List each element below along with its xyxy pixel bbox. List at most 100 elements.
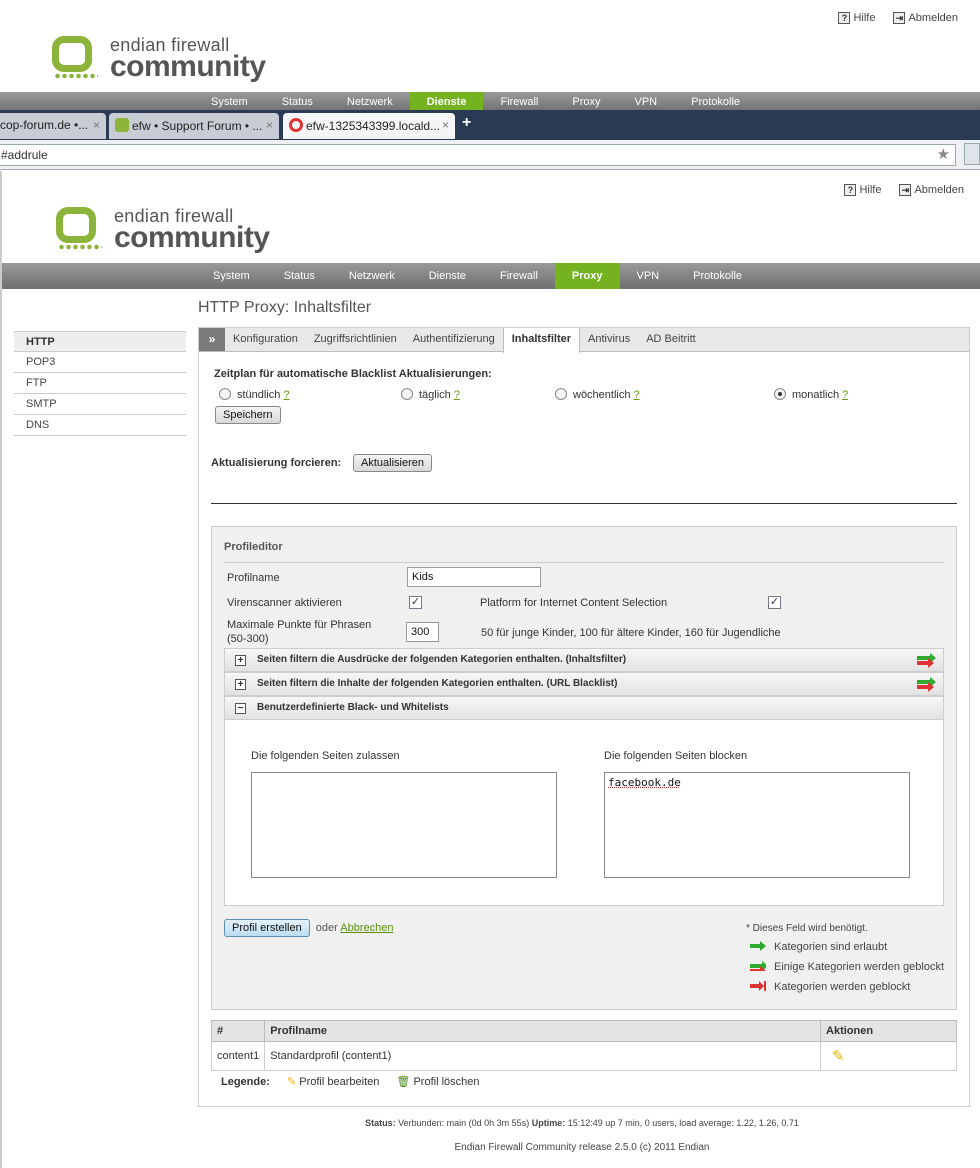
sidebar-item-pop3[interactable]: POP3	[14, 352, 186, 373]
schedule-option[interactable]: monatlich?	[774, 388, 848, 401]
schedule-option[interactable]: stündlich?	[219, 388, 290, 401]
legend-item: Einige Kategorien werden geblockt	[750, 961, 944, 973]
browser-tab[interactable]: cop-forum.de •... ×	[0, 113, 106, 139]
status-line: Status: Verbunden: main (0d 0h 3m 55s) U…	[365, 1118, 799, 1128]
release-line: Endian Firewall Community release 2.5.0 …	[454, 1142, 710, 1153]
expand-icon[interactable]: +	[235, 679, 246, 690]
top-links: ? Hilfe ⇥ Abmelden	[844, 184, 964, 196]
accordion-label: Benutzerdefinierte Black- und Whitelists	[257, 702, 449, 713]
nav-item-bg[interactable]: VPN	[618, 92, 675, 112]
close-icon[interactable]: ×	[442, 118, 449, 132]
logout-link[interactable]: ⇥ Abmelden	[899, 184, 964, 196]
help-question-link[interactable]: ?	[283, 389, 289, 401]
legend-item: Kategorien werden geblockt	[750, 981, 910, 993]
profile-editor-panel: Profileditor Profilname Kids Virenscanne…	[211, 526, 957, 1010]
accordion-header[interactable]: + Seiten filtern die Inhalte der folgende…	[224, 672, 944, 696]
nav-item-bg[interactable]: Netzwerk	[330, 92, 410, 112]
divider	[224, 562, 944, 563]
max-points-input[interactable]: 300	[406, 622, 439, 642]
tab-ad beitritt[interactable]: AD Beitritt	[638, 328, 704, 351]
legend-item: Kategorien sind erlaubt	[750, 941, 887, 953]
help-link-bg[interactable]: ? Hilfe	[838, 12, 875, 24]
arrow-red-icon	[750, 981, 774, 993]
nav-item-bg[interactable]: Firewall	[483, 92, 555, 112]
profile-id: content1	[210, 1041, 266, 1071]
radio-button[interactable]	[555, 388, 567, 400]
radio-button[interactable]	[401, 388, 413, 400]
nav-item-bg[interactable]: Dienste	[409, 92, 484, 112]
force-update-label: Aktualisierung forcieren:	[211, 457, 342, 469]
cancel-link[interactable]: Abbrechen	[340, 922, 393, 934]
schedule-option[interactable]: täglich?	[401, 388, 460, 401]
no-entry-icon	[289, 118, 303, 132]
radio-label: stündlich	[237, 389, 281, 401]
extension-icon[interactable]	[964, 143, 980, 165]
tab-antivirus[interactable]: Antivirus	[580, 328, 638, 351]
accordion-header[interactable]: + Seiten filtern die Ausdrücke der folgen…	[224, 648, 944, 672]
nav-item-proxy[interactable]: Proxy	[554, 263, 620, 289]
url-input[interactable]: #addrule	[0, 144, 956, 166]
help-question-link[interactable]: ?	[633, 389, 639, 401]
schedule-title: Zeitplan für automatische Blacklist Aktu…	[214, 368, 492, 380]
help-icon: ?	[844, 184, 857, 196]
main-nav: System Status Netzwerk Dienste Firewall Proxy…	[2, 263, 980, 289]
expand-icon[interactable]: +	[235, 655, 246, 666]
main-nav-bg: System Status Netzwerk Dienste Firewall Proxy…	[0, 92, 980, 112]
help-question-link[interactable]: ?	[454, 389, 460, 401]
expand-tabs-button[interactable]: »	[199, 328, 225, 351]
arrow-mixed-icon	[916, 652, 938, 668]
block-textarea[interactable]: facebook.de	[604, 772, 910, 878]
logout-link-bg[interactable]: ⇥ Abmelden	[893, 12, 958, 24]
new-tab-button[interactable]: +	[462, 114, 471, 132]
profile-name: Standardprofil (content1)	[264, 1041, 822, 1071]
nav-item-bg[interactable]: Protokolle	[674, 92, 757, 112]
browser-tab-active[interactable]: efw-1325343399.locald... ×	[283, 113, 455, 139]
close-icon[interactable]: ×	[93, 118, 100, 132]
nav-item-bg[interactable]: Status	[265, 92, 330, 112]
save-button[interactable]: Speichern	[215, 406, 281, 424]
tab-inhaltsfilter[interactable]: Inhaltsfilter	[502, 328, 581, 353]
page-title: HTTP Proxy: Inhaltsfilter	[198, 299, 372, 316]
exit-icon: ⇥	[899, 184, 912, 196]
pics-label: Platform for Internet Content Selection	[480, 597, 668, 609]
star-icon[interactable]: ★	[937, 145, 950, 163]
close-icon[interactable]: ×	[266, 118, 273, 132]
update-button[interactable]: Aktualisieren	[353, 454, 432, 472]
collapse-icon[interactable]: −	[235, 703, 246, 714]
favicon-icon	[115, 118, 129, 132]
profile-name-label: Profilname	[227, 572, 280, 584]
nav-item-firewall[interactable]: Firewall	[483, 263, 555, 289]
nav-item-protokolle[interactable]: Protokolle	[676, 263, 759, 289]
nav-item-bg[interactable]: Proxy	[555, 92, 617, 112]
accordion-header[interactable]: − Benutzerdefinierte Black- und Whitelist…	[224, 696, 944, 720]
sidebar-item-http[interactable]: HTTP	[14, 331, 186, 352]
schedule-option[interactable]: wöchentlich?	[555, 388, 640, 401]
edit-pencil-icon[interactable]: ✎	[832, 1048, 845, 1065]
tab-konfiguration[interactable]: Konfiguration	[225, 328, 306, 351]
nav-item-bg[interactable]: System	[194, 92, 265, 112]
browser-tab[interactable]: efw • Support Forum • ... ×	[109, 113, 279, 139]
or-text: oder	[315, 922, 338, 934]
nav-item-netzwerk[interactable]: Netzwerk	[332, 263, 412, 289]
radio-button[interactable]	[774, 388, 786, 400]
nav-item-dienste[interactable]: Dienste	[412, 263, 483, 289]
nav-item-vpn[interactable]: VPN	[620, 263, 677, 289]
sidebar-item-dns[interactable]: DNS	[14, 415, 186, 436]
sidebar-item-smtp[interactable]: SMTP	[14, 394, 186, 415]
help-question-link[interactable]: ?	[842, 389, 848, 401]
create-profile-button[interactable]: Profil erstellen	[224, 919, 310, 937]
virus-scanner-checkbox[interactable]: ✓	[409, 596, 422, 609]
help-link[interactable]: ? Hilfe	[844, 184, 881, 196]
profile-name-input[interactable]: Kids	[407, 567, 541, 587]
pics-checkbox[interactable]: ✓	[768, 596, 781, 609]
accordion-label: Seiten filtern die Inhalte der folgenden…	[257, 678, 618, 689]
allow-textarea[interactable]	[251, 772, 557, 878]
tab-zugriffsrichtlinien[interactable]: Zugriffsrichtlinien	[306, 328, 405, 351]
top-links-bg: ? Hilfe ⇥ Abmelden	[838, 12, 958, 24]
logo: endian firewall community	[54, 207, 270, 253]
radio-button[interactable]	[219, 388, 231, 400]
tab-authentifizierung[interactable]: Authentifizierung	[405, 328, 503, 351]
sidebar-item-ftp[interactable]: FTP	[14, 373, 186, 394]
nav-item-status[interactable]: Status	[267, 263, 332, 289]
nav-item-system[interactable]: System	[196, 263, 267, 289]
